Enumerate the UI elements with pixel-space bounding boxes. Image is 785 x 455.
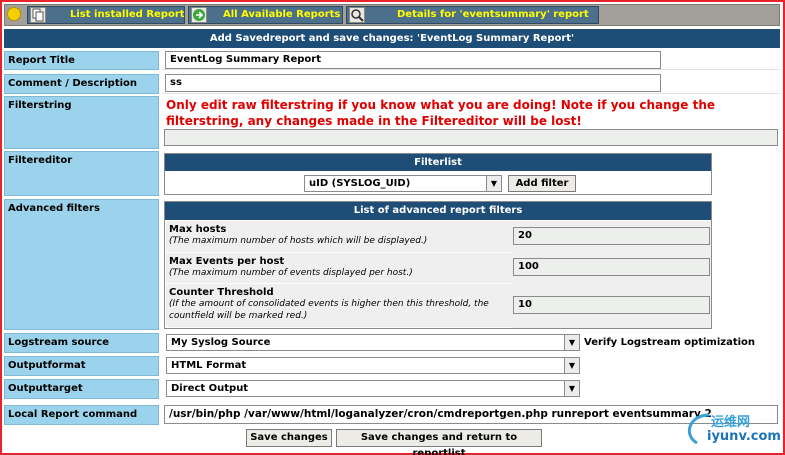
chevron-down-icon: ▼ <box>486 176 501 191</box>
filter-row-max-hosts: Max hosts (The maximum number of hosts w… <box>166 221 511 253</box>
comment-label: Comment / Description <box>4 74 159 94</box>
report-list-icon <box>30 7 46 23</box>
outputtarget-label: Outputtarget <box>4 379 159 399</box>
filter-row-counter-threshold: Counter Threshold (If the amount of cons… <box>166 284 511 328</box>
all-available-reports-button[interactable]: All Available Reports <box>188 6 343 24</box>
bullet-icon <box>7 7 21 21</box>
comment-input[interactable]: ss <box>165 74 661 92</box>
chevron-down-icon: ▼ <box>564 335 579 350</box>
arrow-icon <box>191 7 207 23</box>
save-return-button[interactable]: Save changes and return to reportlist <box>336 429 542 455</box>
max-hosts-input[interactable]: 20 <box>513 227 710 245</box>
max-events-input[interactable]: 100 <box>513 258 710 276</box>
report-title-input[interactable]: EventLog Summary Report <box>165 51 661 69</box>
local-command-label: Local Report command <box>4 405 159 425</box>
advanced-filters-title: List of advanced report filters <box>165 202 711 220</box>
filterstring-label: Filterstring <box>4 96 159 149</box>
report-details-button[interactable]: Details for 'eventsummary' report <box>346 6 599 24</box>
filterlist-title: Filterlist <box>165 154 711 171</box>
advanced-filters-label: Advanced filters <box>4 199 159 330</box>
chevron-down-icon: ▼ <box>564 358 579 373</box>
filtereditor-label: Filtereditor <box>4 151 159 196</box>
filterstring-warning: Only edit raw filterstring if you know w… <box>166 98 715 128</box>
page-header: Add Savedreport and save changes: 'Event… <box>4 29 780 48</box>
logstream-label: Logstream source <box>4 333 159 353</box>
logstream-select[interactable]: My Syslog Source ▼ <box>166 334 580 351</box>
chevron-down-icon: ▼ <box>564 381 579 396</box>
filter-select[interactable]: uID (SYSLOG_UID) ▼ <box>304 175 502 192</box>
watermark-logo: 运维网 iyunv.com <box>679 409 781 449</box>
watermark-domain-text: iyunv.com <box>707 429 781 444</box>
outputformat-label: Outputformat <box>4 356 159 376</box>
save-button[interactable]: Save changes <box>246 429 332 447</box>
watermark-cn-text: 运维网 <box>711 415 751 430</box>
list-installed-reports-button[interactable]: List installed Reports <box>27 6 185 24</box>
search-icon <box>349 7 365 23</box>
counter-threshold-input[interactable]: 10 <box>513 296 710 314</box>
filter-row-max-events: Max Events per host (The maximum number … <box>166 253 511 284</box>
verify-logstream-link[interactable]: Verify Logstream optimization <box>584 337 755 348</box>
report-title-label: Report Title <box>4 51 159 70</box>
toolbar: List installed Reports All Available Rep… <box>4 4 780 26</box>
outputformat-select[interactable]: HTML Format ▼ <box>166 357 580 374</box>
filterstring-input[interactable] <box>164 129 778 146</box>
outputtarget-select[interactable]: Direct Output ▼ <box>166 380 580 397</box>
add-filter-button[interactable]: Add filter <box>508 175 576 192</box>
